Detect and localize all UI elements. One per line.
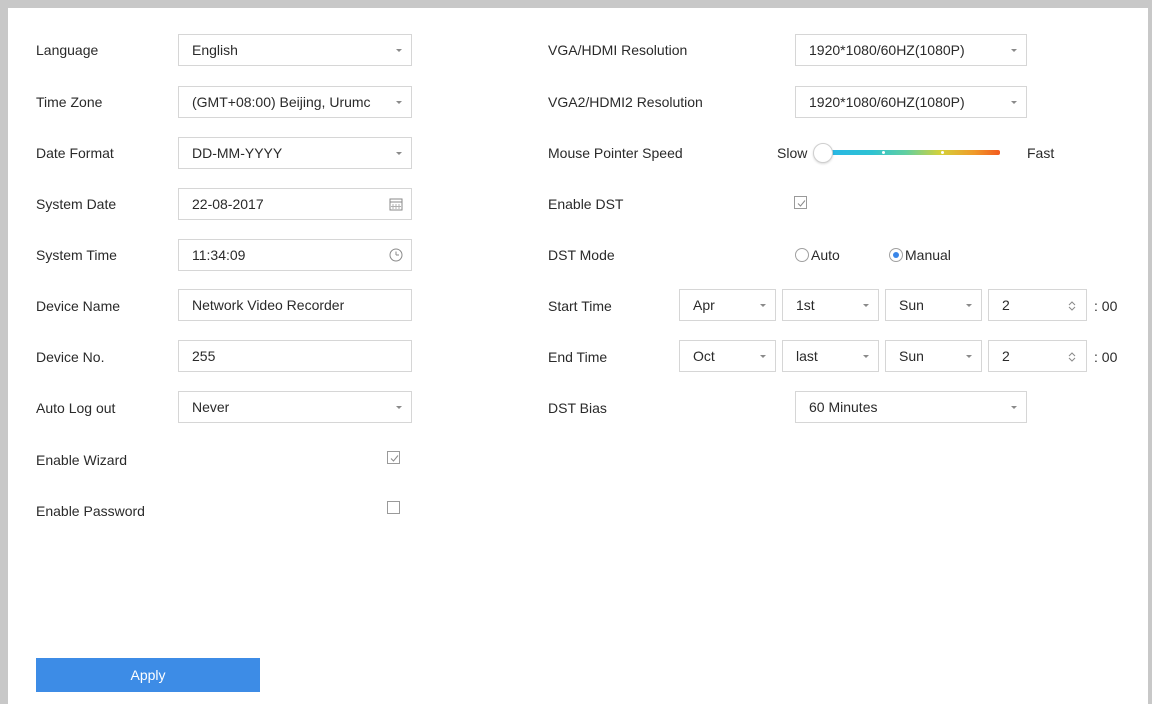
chevron-down-icon: [396, 152, 402, 155]
system-date-value: 22-08-2017: [192, 196, 264, 212]
dst-mode-manual-label: Manual: [905, 247, 951, 263]
start-month-value: Apr: [693, 297, 715, 313]
end-minute-suffix: : 00: [1094, 349, 1118, 365]
vga2-hdmi2-value: 1920*1080/60HZ(1080P): [809, 94, 965, 110]
start-time-label: Start Time: [548, 298, 612, 314]
enable-wizard-label: Enable Wizard: [36, 452, 128, 468]
dst-bias-value: 60 Minutes: [809, 399, 878, 415]
slow-label: Slow: [777, 145, 808, 161]
start-week-value: 1st: [796, 297, 815, 313]
checkmark-icon: [390, 455, 399, 462]
fast-label: Fast: [1027, 145, 1055, 161]
enable-wizard-checkbox[interactable]: [387, 451, 400, 464]
language-value: English: [192, 42, 238, 58]
system-date-field[interactable]: 22-08-2017: [178, 188, 412, 220]
end-month-value: Oct: [693, 348, 715, 364]
window-frame-top: [0, 0, 1152, 8]
vga2-hdmi2-select[interactable]: 1920*1080/60HZ(1080P): [795, 86, 1027, 118]
device-no-label: Device No.: [36, 349, 105, 365]
date-format-value: DD-MM-YYYY: [192, 145, 283, 161]
end-hour-spinner[interactable]: 2: [988, 340, 1087, 372]
dst-mode-manual-radio[interactable]: [889, 248, 903, 262]
dst-bias-select[interactable]: 60 Minutes: [795, 391, 1027, 423]
mouse-speed-label: Mouse Pointer Speed: [548, 145, 683, 161]
dst-mode-auto-label: Auto: [811, 247, 840, 263]
language-label: Language: [36, 42, 99, 58]
chevron-down-icon: [1011, 406, 1017, 409]
chevron-down-icon: [1011, 49, 1017, 52]
date-format-select[interactable]: DD-MM-YYYY: [178, 137, 412, 169]
spinner-arrows-icon[interactable]: [1065, 350, 1079, 364]
device-no-value: 255: [192, 348, 216, 364]
time-zone-label: Time Zone: [36, 94, 103, 110]
chevron-down-icon: [760, 304, 766, 307]
end-month-select[interactable]: Oct: [679, 340, 776, 372]
device-name-label: Device Name: [36, 298, 121, 314]
chevron-down-icon: [863, 304, 869, 307]
clock-icon[interactable]: [389, 248, 403, 262]
auto-logout-label: Auto Log out: [36, 400, 116, 416]
mouse-speed-slider-thumb[interactable]: [813, 143, 833, 163]
start-day-select[interactable]: Sun: [885, 289, 982, 321]
system-date-label: System Date: [36, 196, 117, 212]
dst-mode-auto-radio[interactable]: [795, 248, 809, 262]
vga2-hdmi2-label: VGA2/HDMI2 Resolution: [548, 94, 703, 110]
apply-button[interactable]: Apply: [36, 658, 260, 692]
language-select[interactable]: English: [178, 34, 412, 66]
auto-logout-select[interactable]: Never: [178, 391, 412, 423]
vga-hdmi-select[interactable]: 1920*1080/60HZ(1080P): [795, 34, 1027, 66]
dst-bias-label: DST Bias: [548, 400, 607, 416]
vga-hdmi-value: 1920*1080/60HZ(1080P): [809, 42, 965, 58]
start-day-value: Sun: [899, 297, 924, 313]
time-zone-value: (GMT+08:00) Beijing, Urumc: [192, 94, 371, 110]
start-minute-suffix: : 00: [1094, 298, 1118, 314]
system-time-field[interactable]: 11:34:09: [178, 239, 412, 271]
enable-password-label: Enable Password: [36, 503, 145, 519]
slider-tick: [882, 151, 885, 154]
device-name-input[interactable]: Network Video Recorder: [178, 289, 412, 321]
enable-dst-label: Enable DST: [548, 196, 624, 212]
checkmark-icon: [797, 200, 806, 207]
slider-tick: [941, 151, 944, 154]
auto-logout-value: Never: [192, 399, 230, 415]
device-no-input[interactable]: 255: [178, 340, 412, 372]
end-hour-value: 2: [1002, 348, 1010, 364]
date-format-label: Date Format: [36, 145, 114, 161]
chevron-down-icon: [396, 49, 402, 52]
end-day-value: Sun: [899, 348, 924, 364]
chevron-down-icon: [396, 406, 402, 409]
chevron-down-icon: [966, 304, 972, 307]
end-time-label: End Time: [548, 349, 608, 365]
window-frame-right: [1148, 0, 1152, 704]
end-week-value: last: [796, 348, 818, 364]
device-name-value: Network Video Recorder: [192, 297, 345, 313]
vga-hdmi-label: VGA/HDMI Resolution: [548, 42, 688, 58]
chevron-down-icon: [1011, 101, 1017, 104]
enable-password-checkbox[interactable]: [387, 501, 400, 514]
chevron-down-icon: [966, 355, 972, 358]
spinner-arrows-icon[interactable]: [1065, 299, 1079, 313]
dst-mode-label: DST Mode: [548, 247, 615, 263]
end-week-select[interactable]: last: [782, 340, 879, 372]
chevron-down-icon: [396, 101, 402, 104]
start-hour-value: 2: [1002, 297, 1010, 313]
chevron-down-icon: [863, 355, 869, 358]
enable-dst-checkbox[interactable]: [794, 196, 807, 209]
start-month-select[interactable]: Apr: [679, 289, 776, 321]
end-day-select[interactable]: Sun: [885, 340, 982, 372]
time-zone-select[interactable]: (GMT+08:00) Beijing, Urumc: [178, 86, 412, 118]
system-time-label: System Time: [36, 247, 117, 263]
mouse-speed-slider-track[interactable]: [829, 150, 1000, 155]
start-week-select[interactable]: 1st: [782, 289, 879, 321]
window-frame-left: [0, 0, 8, 704]
calendar-icon[interactable]: [389, 197, 403, 211]
chevron-down-icon: [760, 355, 766, 358]
start-hour-spinner[interactable]: 2: [988, 289, 1087, 321]
system-time-value: 11:34:09: [192, 247, 246, 263]
